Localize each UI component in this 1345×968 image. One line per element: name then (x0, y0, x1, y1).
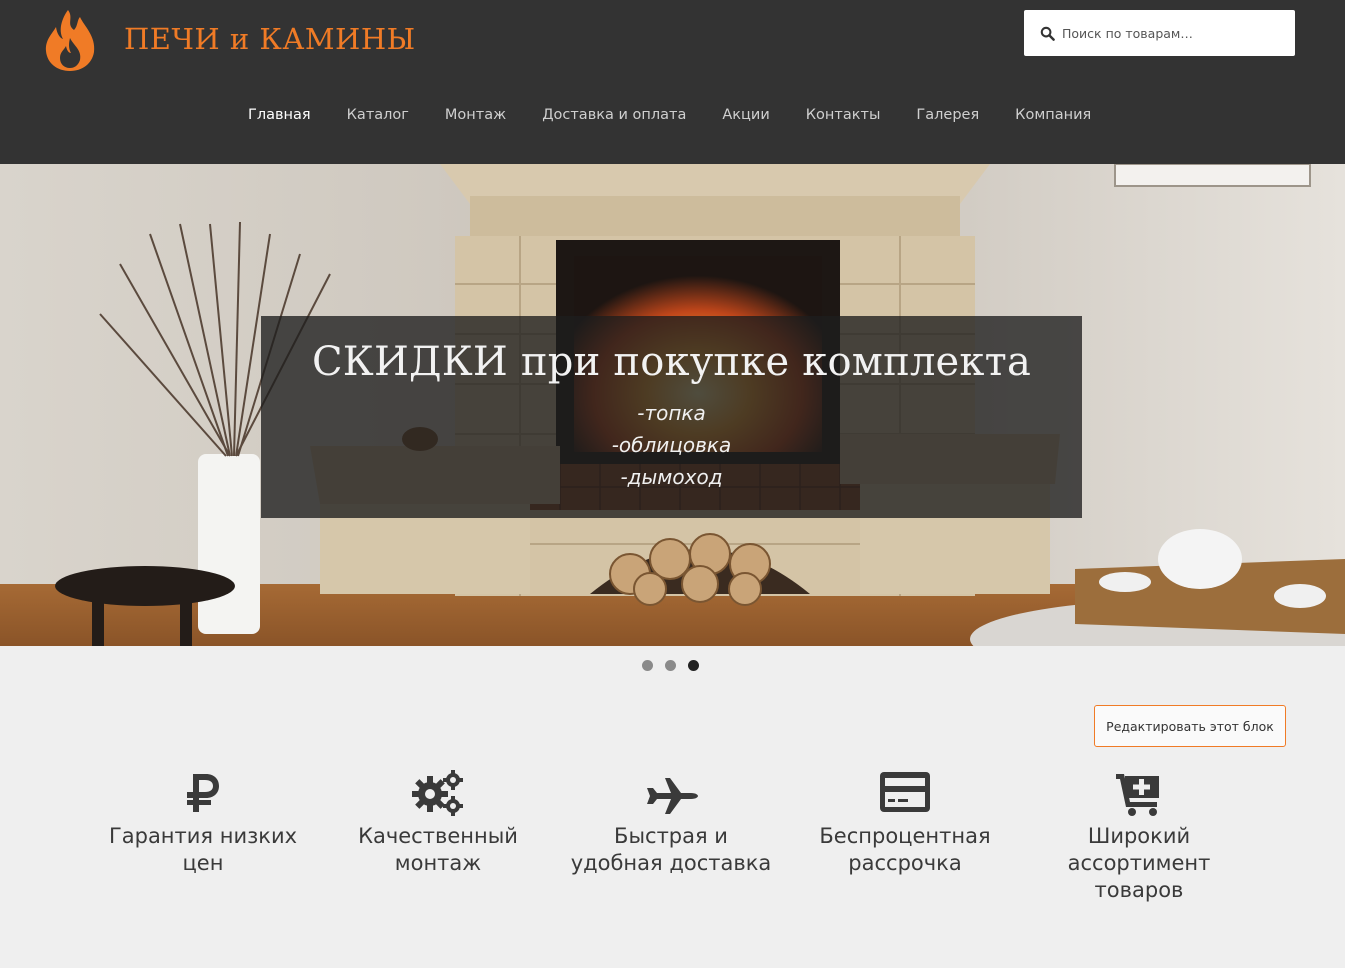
slider-dot-3[interactable] (688, 660, 699, 671)
caption-title: СКИДКИ при покупке комплекта (312, 339, 1031, 385)
hero-slider[interactable]: СКИДКИ при покупке комплекта -топка -обл… (0, 164, 1345, 646)
nav-item-gallery[interactable]: Галерея (898, 104, 997, 126)
caption-line: -облицовка (611, 433, 732, 457)
slider-dot-1[interactable] (642, 660, 653, 671)
nav-item-catalog[interactable]: Каталог (329, 104, 427, 126)
main-nav: Главная Каталог Монтаж Доставка и оплата… (230, 104, 1109, 126)
credit-card-icon (880, 772, 930, 812)
site-header: ПЕЧИ и КАМИНЫ Главная Каталог Монтаж Дос… (0, 0, 1345, 164)
slider-dot-2[interactable] (665, 660, 676, 671)
slide-caption: СКИДКИ при покупке комплекта -топка -обл… (261, 316, 1082, 518)
feature-low-prices: Гарантия низких цен (98, 768, 308, 877)
nav-item-delivery[interactable]: Доставка и оплата (524, 104, 704, 126)
feature-label: Качественный монтаж (358, 824, 518, 875)
search-input[interactable] (1062, 25, 1272, 41)
nav-item-company[interactable]: Компания (997, 104, 1109, 126)
feature-label: Гарантия низких цен (108, 824, 298, 875)
ruble-icon (187, 774, 219, 812)
feature-label: Быстрая и удобная доставка (570, 824, 772, 875)
feature-delivery: Быстрая и удобная доставка (566, 768, 776, 877)
nav-item-promotions[interactable]: Акции (704, 104, 787, 126)
feature-label: Широкий ассортимент товаров (1067, 824, 1211, 902)
slider-dots (642, 660, 699, 671)
feature-label: Беспроцентная рассрочка (819, 824, 991, 875)
nav-item-home[interactable]: Главная (230, 104, 329, 126)
feature-installment: Беспроцентная рассрочка (800, 768, 1010, 877)
plane-icon (647, 778, 698, 814)
nav-item-contacts[interactable]: Контакты (788, 104, 899, 126)
feature-installation: Качественный монтаж (333, 768, 543, 877)
flame-icon[interactable] (44, 8, 96, 72)
cart-plus-icon (1116, 774, 1159, 816)
search-box[interactable] (1024, 10, 1295, 56)
caption-line: -топка (637, 401, 706, 425)
nav-item-installation[interactable]: Монтаж (427, 104, 524, 126)
caption-line: -дымоход (620, 465, 723, 489)
site-title[interactable]: ПЕЧИ и КАМИНЫ (124, 22, 416, 56)
search-icon (1040, 26, 1055, 41)
edit-block-button[interactable]: Редактировать этот блок (1094, 705, 1286, 747)
gears-icon (412, 770, 463, 816)
feature-assortment: Широкий ассортимент товаров (1034, 768, 1244, 904)
